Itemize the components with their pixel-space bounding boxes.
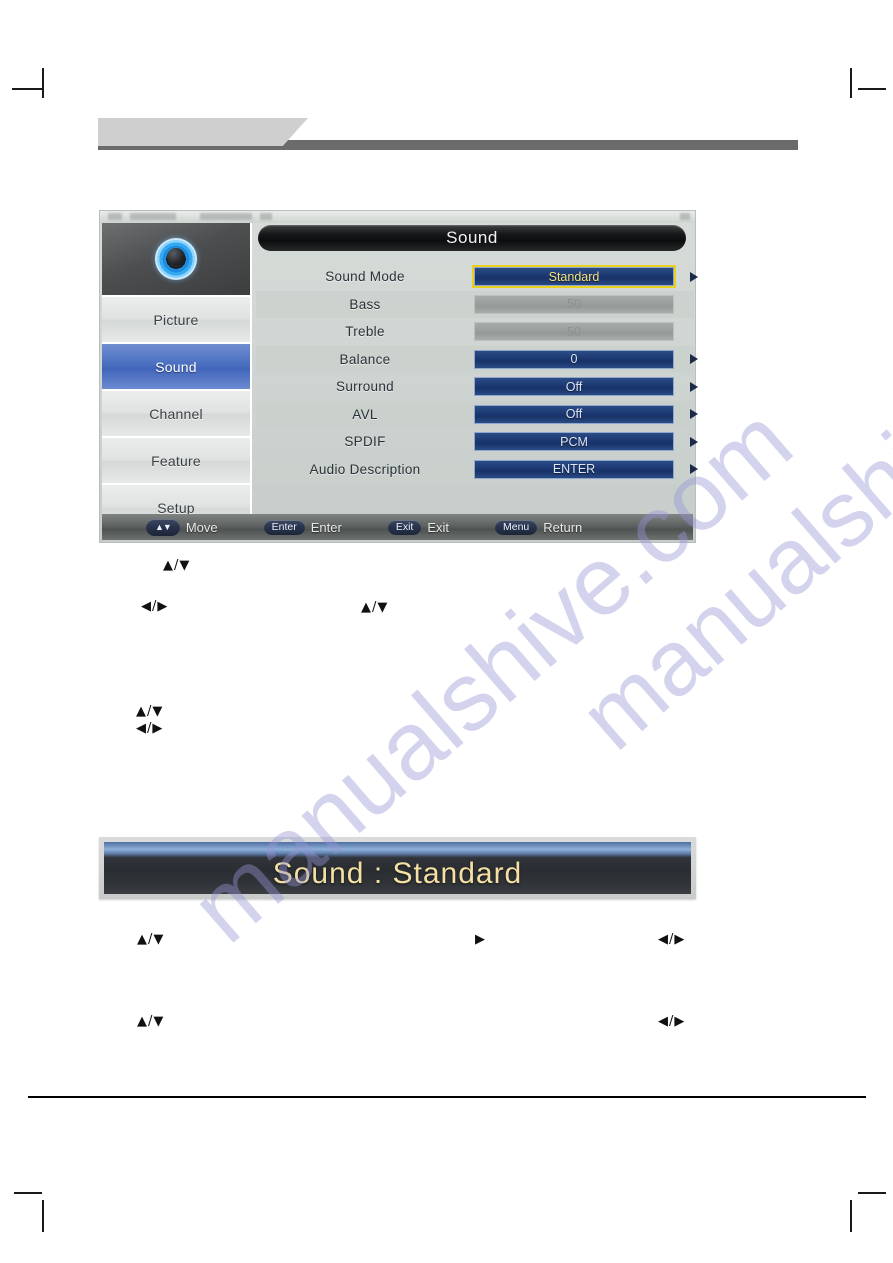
arrow-glyph-up-down-3: ▲/▼ [136,704,164,719]
crop-mark-top-left-h [12,88,42,90]
chevron-right-icon[interactable] [690,354,698,365]
osd-row-label: Treble [345,324,385,340]
crop-mark-top-right-v [850,68,852,98]
status-banner-text: Sound : Standard [272,857,523,890]
enter-key-icon: Enter [263,519,305,535]
osd-row-spdif[interactable]: SPDIF PCM [256,428,698,456]
crop-mark-bottom-left-v [42,1200,44,1232]
arrow-glyph-up-down-2: ▲/▼ [361,600,389,615]
osd-row-surround[interactable]: Surround Off [256,373,698,401]
sidebar-item-channel[interactable]: Channel [102,391,250,438]
osd-row-treble[interactable]: Treble 50 [256,318,694,346]
osd-row-label: Balance [339,351,391,367]
osd-status-banner-inner: Sound : Standard [104,842,691,894]
sidebar-item-picture[interactable]: Picture [102,297,250,344]
osd-row-label: Bass [349,296,381,312]
sidebar-item-label: Picture [153,311,199,328]
hint-label: Enter [310,519,342,535]
arrow-glyph-right-1: ▶ [475,932,486,947]
crop-mark-bottom-left-h [14,1192,42,1194]
osd-option-list: Sound Mode Standard Bass 50 Treble 50 Ba… [256,263,698,483]
osd-row-balance[interactable]: Balance 0 [256,345,698,373]
hint-move[interactable]: ▲▼ Move [146,518,218,536]
arrow-glyph-left-right-2: ◀/▶ [136,721,164,736]
osd-row-value: 50 [474,294,674,314]
up-down-key-icon: ▲▼ [146,518,180,536]
hint-label: Return [543,519,583,535]
speaker-ring-icon [155,238,197,280]
arrow-glyph-up-down-4: ▲/▼ [137,932,165,947]
crop-mark-top-left-v [42,68,44,98]
osd-title-bar: Sound [258,225,686,251]
footer-rule [28,1096,866,1098]
arrow-glyph-left-right-3: ◀/▶ [658,932,686,947]
osd-row-value[interactable]: Off [474,377,674,397]
osd-row-audio-description[interactable]: Audio Description ENTER [256,455,698,483]
chevron-right-icon[interactable] [690,464,698,475]
hint-return[interactable]: Menu Return [495,519,583,535]
osd-hint-bar: ▲▼ Move Enter Enter Exit Exit Menu Retur… [102,514,693,540]
page-title: Sound [446,228,498,247]
watermark-overlay: manualshive.com manualshive.com [0,0,893,1263]
sidebar-item-feature[interactable]: Feature [102,438,250,485]
chevron-right-icon[interactable] [690,409,698,420]
osd-row-avl[interactable]: AVL Off [256,400,698,428]
sidebar-item-label: Channel [149,405,203,422]
osd-row-label: Audio Description [309,461,421,477]
crop-mark-bottom-right-h [858,1192,886,1194]
osd-row-value[interactable]: Standard [472,265,676,289]
chevron-right-icon[interactable] [690,381,698,392]
osd-row-value[interactable]: Off [474,404,674,424]
sidebar-item-sound[interactable]: Sound [102,344,250,391]
osd-row-bass[interactable]: Bass 50 [256,290,694,318]
osd-menu-window: Picture Sound Channel Feature Setup Soun… [99,210,698,543]
hint-exit[interactable]: Exit Exit [387,519,449,535]
arrow-glyph-up-down-1: ▲/▼ [163,558,191,573]
arrow-glyph-left-right-4: ◀/▶ [658,1014,686,1029]
osd-top-texture-strip [100,211,695,223]
osd-row-value[interactable]: PCM [474,432,674,452]
osd-row-value[interactable]: 0 [474,349,674,369]
osd-category-icon-box [102,223,250,297]
hint-label: Move [185,519,218,535]
hint-enter[interactable]: Enter Enter [263,519,342,535]
exit-key-icon: Exit [387,519,422,535]
sidebar-item-label: Feature [151,452,201,469]
osd-row-label: Sound Mode [325,269,405,285]
arrow-glyph-up-down-5: ▲/▼ [137,1014,165,1029]
osd-row-value[interactable]: ENTER [474,459,674,479]
osd-row-label: AVL [352,406,378,422]
header-tab [98,118,308,146]
hint-label: Exit [427,519,449,535]
menu-key-icon: Menu [495,519,538,535]
chevron-right-icon[interactable] [690,271,698,282]
osd-sidebar: Picture Sound Channel Feature Setup [102,223,252,532]
crop-mark-top-right-h [858,88,886,90]
osd-row-value: 50 [474,322,674,342]
osd-row-label: SPDIF [344,434,386,450]
osd-row-label: Surround [336,379,394,395]
osd-status-banner: Sound : Standard [99,837,696,899]
crop-mark-bottom-right-v [850,1200,852,1232]
arrow-glyph-left-right-1: ◀/▶ [141,599,169,614]
chevron-right-icon[interactable] [690,436,698,447]
osd-row-sound-mode[interactable]: Sound Mode Standard [256,263,698,291]
sidebar-item-label: Sound [155,358,197,375]
